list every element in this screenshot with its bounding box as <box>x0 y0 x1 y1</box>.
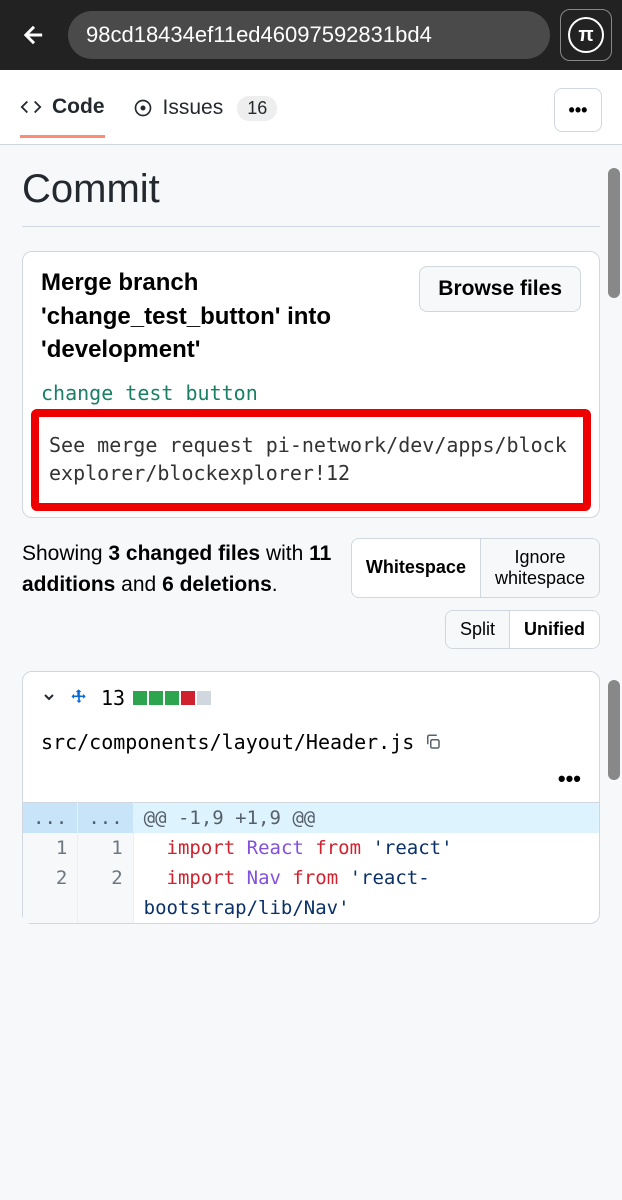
diff-summary: Showing 3 changed files with 11 addition… <box>22 538 339 601</box>
issues-icon <box>133 98 153 118</box>
whitespace-toggle: Whitespace Ignore whitespace <box>351 538 600 598</box>
url-bar[interactable]: 98cd18434ef11ed46097592831bd4 <box>68 11 550 59</box>
back-button[interactable] <box>10 11 58 59</box>
issues-count-badge: 16 <box>237 96 277 121</box>
view-toggle: Split Unified <box>445 610 600 649</box>
copy-path-button[interactable] <box>424 733 442 751</box>
diff-line: 2 2 import Nav from 'react- <box>23 863 599 893</box>
file-diff-box: 13 src/components/layout/Header.js ••• .… <box>22 671 600 924</box>
browse-files-button[interactable]: Browse files <box>419 266 581 312</box>
ellipsis-icon: ••• <box>569 100 588 121</box>
merge-request-highlight: See merge request pi-network/dev/apps/bl… <box>31 409 591 511</box>
scrollbar-thumb[interactable] <box>608 680 620 780</box>
code-icon <box>20 96 42 118</box>
unified-view-button[interactable]: Unified <box>509 611 599 648</box>
more-tabs-button[interactable]: ••• <box>554 88 602 132</box>
tab-code-label: Code <box>52 95 105 119</box>
expand-icon[interactable] <box>69 688 89 708</box>
file-menu-button[interactable]: ••• <box>558 766 581 792</box>
hunk-header: ... ... @@ -1,9 +1,9 @@ <box>23 802 599 833</box>
whitespace-button[interactable]: Whitespace <box>352 539 480 597</box>
page-title: Commit <box>22 167 600 227</box>
diff-table: ... ... @@ -1,9 +1,9 @@ 1 1 import React… <box>23 802 599 923</box>
split-view-button[interactable]: Split <box>446 611 509 648</box>
commit-description: change test button <box>41 381 581 405</box>
ignore-whitespace-button[interactable]: Ignore whitespace <box>480 539 599 597</box>
scrollbar-thumb[interactable] <box>608 168 620 298</box>
diff-line: 1 1 import React from 'react' <box>23 833 599 863</box>
tab-issues-label: Issues <box>163 96 224 120</box>
tab-code[interactable]: Code <box>20 95 105 138</box>
file-path[interactable]: src/components/layout/Header.js <box>41 730 414 754</box>
tab-issues[interactable]: Issues 16 <box>133 96 278 137</box>
commit-box: Merge branch 'change_test_button' into '… <box>22 251 600 518</box>
collapse-file-button[interactable] <box>41 686 57 710</box>
pi-icon: π <box>568 17 604 53</box>
merge-request-text: See merge request pi-network/dev/apps/bl… <box>49 431 573 487</box>
commit-title: Merge branch 'change_test_button' into '… <box>41 266 409 367</box>
diff-line-cutoff: bootstrap/lib/Nav' <box>23 893 599 923</box>
pi-menu-button[interactable]: π <box>560 9 612 61</box>
diff-stat: 13 <box>101 686 211 710</box>
